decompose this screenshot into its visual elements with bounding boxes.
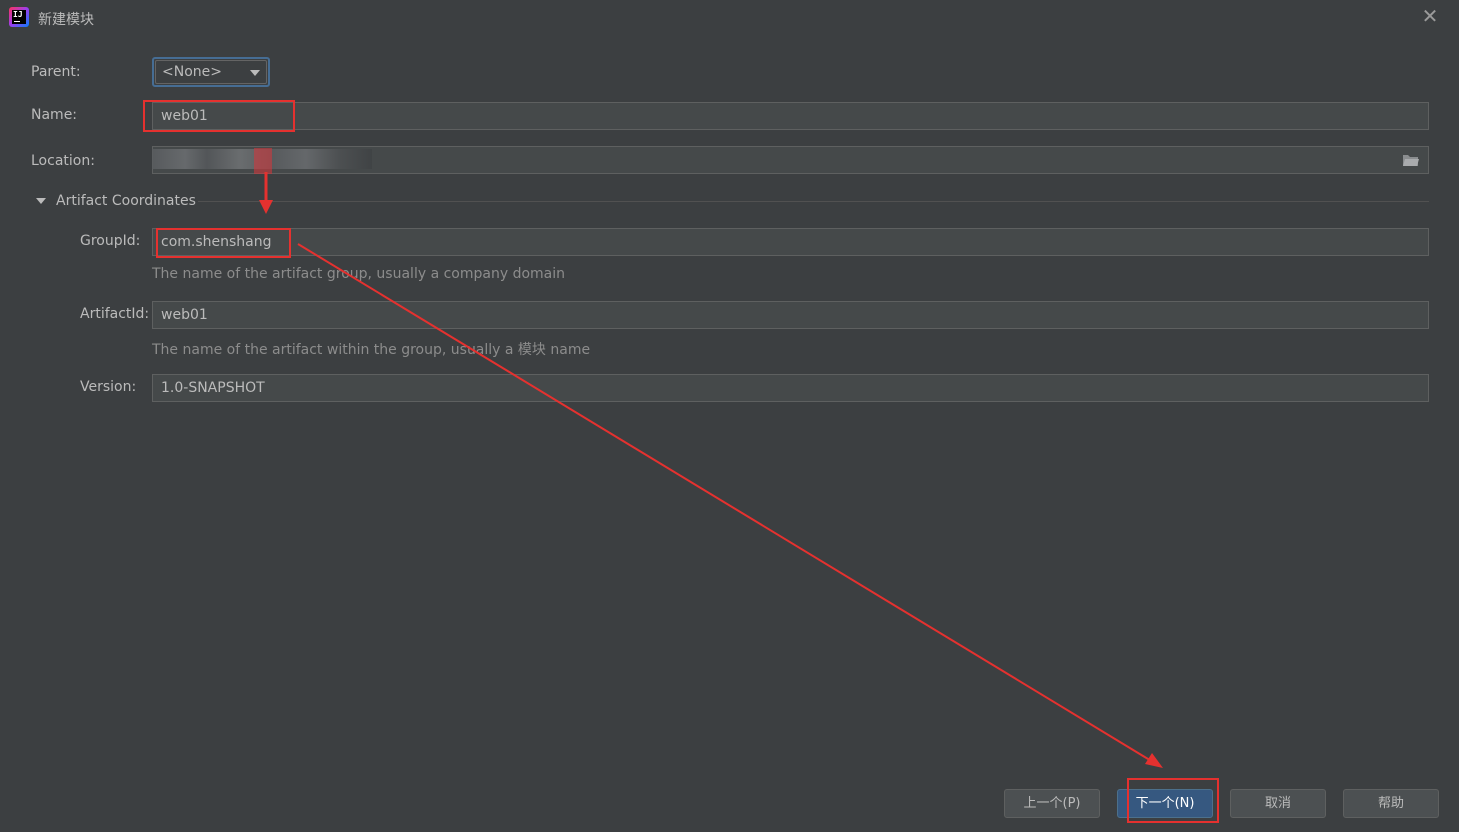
- arrow-head-next: [1145, 753, 1163, 768]
- artifactid-hint: The name of the artifact within the grou…: [152, 342, 591, 358]
- version-field[interactable]: 1.0-SNAPSHOT: [152, 374, 1429, 402]
- next-button[interactable]: 下一个(N): [1117, 789, 1213, 818]
- folder-icon[interactable]: [1402, 153, 1420, 167]
- section-divider: [198, 201, 1429, 202]
- previous-button[interactable]: 上一个(P): [1004, 789, 1100, 818]
- groupid-hint: The name of the artifact group, usually …: [152, 266, 565, 282]
- name-field[interactable]: web01: [152, 102, 1429, 130]
- name-label: Name:: [31, 107, 78, 123]
- parent-dropdown[interactable]: <None>: [152, 57, 270, 87]
- help-button[interactable]: 帮助: [1343, 789, 1439, 818]
- artifact-coordinates-header[interactable]: Artifact Coordinates: [56, 193, 196, 209]
- groupid-label: GroupId:: [80, 233, 141, 249]
- artifactid-field[interactable]: web01: [152, 301, 1429, 329]
- groupid-field[interactable]: com.shenshang: [152, 228, 1429, 256]
- parent-label: Parent:: [31, 64, 81, 80]
- redacted-path: [152, 149, 372, 169]
- cancel-button[interactable]: 取消: [1230, 789, 1326, 818]
- parent-value: <None>: [162, 64, 222, 80]
- triangle-down-icon[interactable]: [36, 198, 46, 204]
- title-bar: IJ 新建模块 ✕: [0, 0, 1459, 38]
- window-title: 新建模块: [38, 12, 94, 28]
- chevron-down-icon: [250, 70, 260, 76]
- intellij-logo-icon: IJ: [9, 7, 29, 27]
- artifactid-label: ArtifactId:: [80, 306, 150, 322]
- arrow-head-down: [259, 200, 273, 214]
- version-label: Version:: [80, 379, 137, 395]
- location-label: Location:: [31, 153, 95, 169]
- close-icon[interactable]: ✕: [1418, 4, 1442, 28]
